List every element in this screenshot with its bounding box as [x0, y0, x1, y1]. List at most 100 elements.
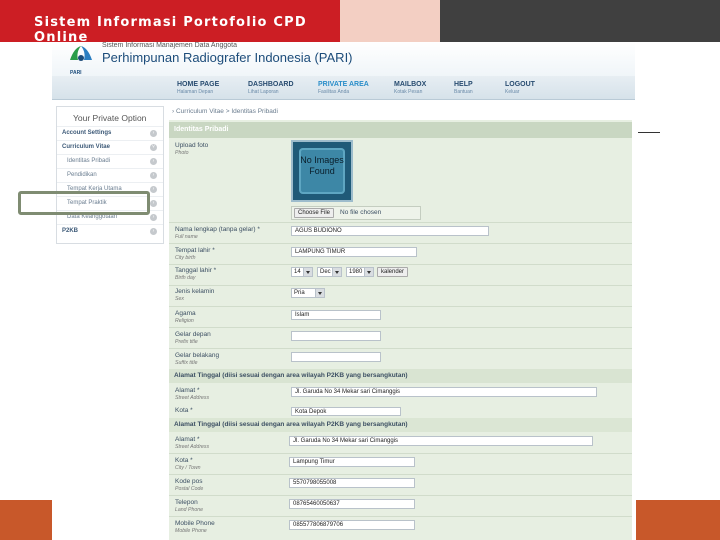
org-name: Perhimpunan Radiografer Indonesia (PARI) — [102, 50, 353, 65]
land-phone-input[interactable]: 08765460050637 — [289, 499, 415, 509]
chevron-down-icon — [332, 268, 341, 276]
divider — [169, 264, 632, 265]
religion-input[interactable]: Islam — [291, 310, 381, 320]
chevron-down-icon: ˅ — [150, 144, 157, 151]
photo-label: Upload foto — [175, 142, 209, 149]
mobile-phone-input[interactable]: 085577806879706 — [289, 520, 415, 530]
site-header: PARI Sistem Informasi Manajemen Data Ang… — [52, 42, 635, 80]
chevron-right-icon: › — [150, 186, 157, 193]
sidebar-item-account-settings[interactable]: Account Settings › — [57, 126, 163, 140]
birth-day-select[interactable]: 14 — [291, 267, 313, 277]
divider — [169, 495, 632, 496]
city-sub-label-2: City / Town — [175, 465, 201, 471]
suffix-title-label: Gelar belakang — [175, 352, 220, 359]
full-name-label: Nama lengkap (tanpa gelar) * — [175, 226, 260, 233]
birth-place-sub-label: City birth — [175, 255, 196, 261]
chevron-right-icon: › — [150, 158, 157, 165]
sidebar-item-pendidikan[interactable]: Pendidikan › — [57, 168, 163, 182]
chevron-right-icon: › — [150, 228, 157, 235]
city-label: Kota * — [175, 407, 193, 414]
chevron-right-icon: › — [150, 200, 157, 207]
full-name-input[interactable]: AGUS BUDIONO — [291, 226, 489, 236]
city-input-2[interactable]: Lampung Timur — [289, 457, 415, 467]
private-option-sidebar: Your Private Option Account Settings › Cu… — [56, 106, 164, 244]
panel-pointer-line — [638, 132, 660, 133]
address-sub-label: Street Address — [175, 395, 210, 401]
chevron-right-icon: › — [150, 214, 157, 221]
nav-private-area[interactable]: PRIVATE AREA Fasilitas Anda — [318, 81, 369, 95]
highlight-annotation-box — [18, 191, 150, 215]
sidebar-item-p2kb[interactable]: P2KB › — [57, 224, 163, 238]
file-status: No file chosen — [340, 209, 382, 216]
slide-title: Sistem Informasi Portofolio CPD Online — [34, 15, 307, 45]
slide-dark-bar — [440, 0, 720, 42]
birth-place-input[interactable]: LAMPUNG TIMUR — [291, 247, 417, 257]
divider — [169, 474, 632, 475]
city-label-2: Kota * — [175, 457, 193, 464]
panel-header: Identitas Pribadi — [169, 122, 632, 138]
divider — [169, 327, 632, 328]
birth-month-select[interactable]: Dec — [317, 267, 342, 277]
chevron-down-icon — [303, 268, 312, 276]
address-label: Alamat * — [175, 387, 200, 394]
divider — [169, 222, 632, 223]
birth-place-label: Tempat lahir * — [175, 247, 215, 254]
birth-day-label: Tanggal lahir * — [175, 267, 217, 274]
birth-year-select[interactable]: 1980 — [346, 267, 374, 277]
city-input[interactable]: Kota Depok — [291, 407, 401, 416]
sidebar-title: Your Private Option — [73, 113, 147, 123]
choose-file-button[interactable]: Choose File — [294, 208, 335, 218]
address-label-2: Alamat * — [175, 436, 200, 443]
mobile-phone-sub-label: Mobile Phone — [175, 528, 207, 534]
main-navbar: HOME PAGE Halaman Depan DASHBOARD Lihat … — [52, 76, 635, 100]
chevron-right-icon: › — [150, 172, 157, 179]
footer-bar-right — [636, 500, 720, 540]
prefix-title-input[interactable] — [291, 331, 381, 341]
nav-dashboard[interactable]: DASHBOARD Lihat Laporan — [248, 81, 294, 95]
address-input[interactable]: Jl. Garuda No 34 Mekar sari Cimanggis — [291, 387, 597, 397]
land-phone-label: Telepon — [175, 499, 198, 506]
sex-select[interactable]: Pria — [291, 288, 325, 298]
chevron-down-icon — [364, 268, 373, 276]
breadcrumb: › Curriculum Vitae > Identitas Pribadi — [172, 108, 278, 115]
chevron-right-icon: › — [150, 130, 157, 137]
no-image-icon: No Images Found — [299, 148, 345, 194]
full-name-sub-label: Full name — [175, 234, 198, 240]
divider — [169, 453, 632, 454]
nav-mailbox[interactable]: MAILBOX Kotak Pesan — [394, 81, 426, 95]
address-section-header-2: Alamat Tinggal (diisi sesuai dengan area… — [169, 418, 632, 432]
nav-help[interactable]: HELP Bantuan — [454, 81, 473, 95]
nav-home[interactable]: HOME PAGE Halaman Depan — [177, 81, 219, 95]
sidebar-item-identitas-pribadi[interactable]: Identitas Pribadi › — [57, 154, 163, 168]
divider — [169, 243, 632, 244]
footer-bar-left — [0, 500, 52, 540]
divider — [169, 516, 632, 517]
postal-code-input[interactable]: 5570798055008 — [289, 478, 415, 488]
postal-code-label: Kode pos — [175, 478, 203, 485]
address-input-2[interactable]: Jl. Garuda No 34 Mekar sari Cimanggis — [289, 436, 593, 446]
divider — [169, 306, 632, 307]
pari-logo-icon — [70, 46, 92, 61]
address-section-header: Alamat Tinggal (diisi sesuai dengan area… — [169, 369, 632, 383]
divider — [169, 285, 632, 286]
sidebar-item-curriculum-vitae[interactable]: Curriculum Vitae ˅ — [57, 140, 163, 154]
chevron-down-icon — [315, 289, 324, 297]
postal-code-sub-label: Postal Code — [175, 486, 204, 492]
address-sub-label-2: Street Address — [175, 444, 210, 450]
sex-sub-label: Sex — [175, 296, 184, 302]
birth-day-sub-label: Birth day — [175, 275, 196, 281]
nav-logout[interactable]: LOGOUT Keluar — [505, 81, 535, 95]
slide-accent-bar — [340, 0, 440, 42]
prefix-title-sub-label: Prefix title — [175, 339, 198, 345]
land-phone-sub-label: Land Phone — [175, 507, 203, 513]
mobile-phone-label: Mobile Phone — [175, 520, 215, 527]
divider — [169, 348, 632, 349]
sex-label: Jenis kelamin — [175, 288, 215, 295]
suffix-title-sub-label: Suffix title — [175, 360, 198, 366]
calendar-button[interactable]: kalender — [377, 267, 409, 277]
slide-title-bar: Sistem Informasi Portofolio CPD Online — [0, 0, 340, 45]
religion-label: Agama — [175, 310, 196, 317]
religion-sub-label: Religion — [175, 318, 194, 324]
chevron-right-icon: › — [172, 108, 175, 115]
suffix-title-input[interactable] — [291, 352, 381, 362]
